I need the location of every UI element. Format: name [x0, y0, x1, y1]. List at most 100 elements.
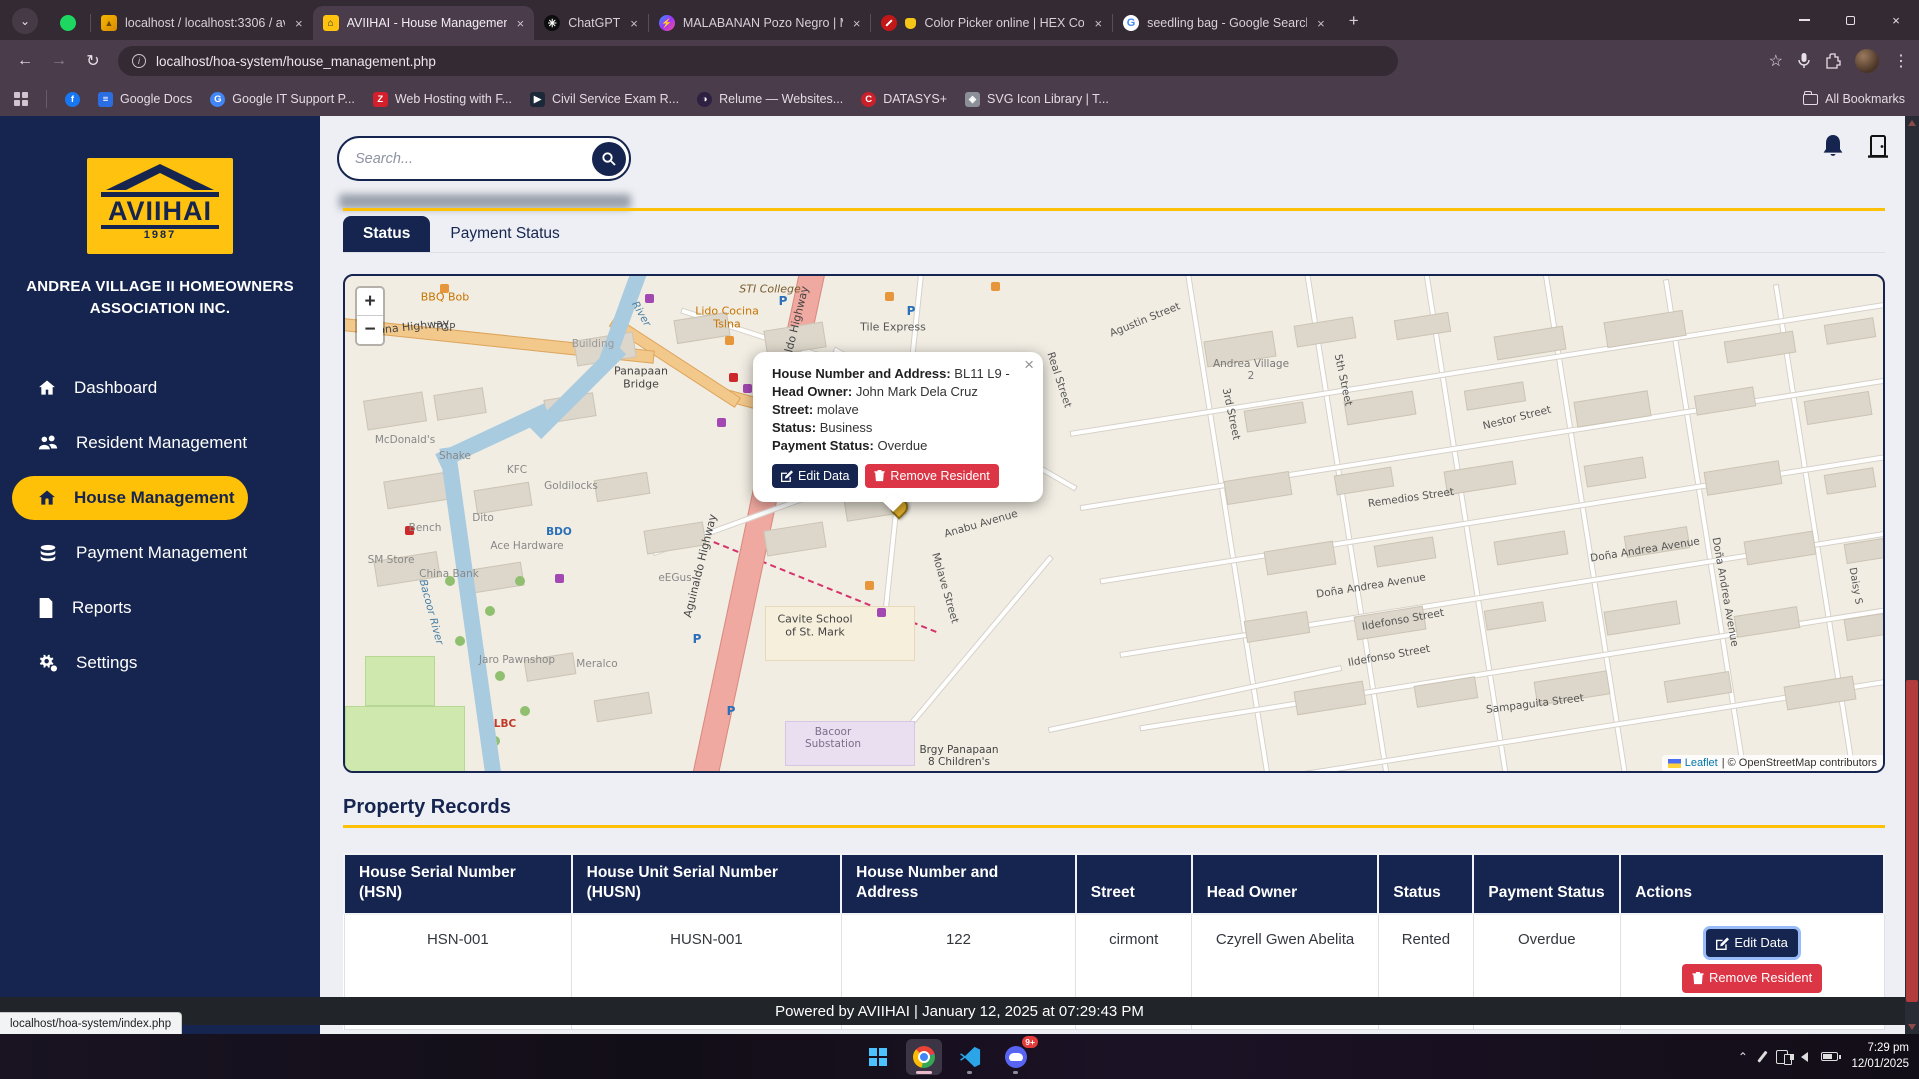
map-label: P — [779, 295, 788, 309]
sidebar-item-settings[interactable]: Settings — [0, 641, 320, 685]
messenger-icon: ⚡ — [659, 15, 675, 31]
close-icon[interactable]: × — [1317, 16, 1325, 31]
browser-status-bar: localhost/hoa-system/index.php — [0, 1012, 182, 1034]
mic-icon[interactable] — [1797, 53, 1811, 69]
taskbar-chrome[interactable] — [906, 1039, 942, 1075]
svg-lib-icon: ◈ — [965, 92, 980, 107]
leaflet-link[interactable]: Leaflet — [1685, 757, 1718, 769]
datasys-icon: C — [861, 92, 876, 107]
bookmark-star-icon[interactable]: ☆ — [1769, 51, 1783, 71]
screen: ⌄ ▲ localhost / localhost:3306 / aviil ×… — [0, 0, 1919, 1079]
page-scrollbar[interactable] — [1905, 116, 1919, 1034]
close-window-button[interactable]: × — [1873, 0, 1919, 40]
sidebar-item-label: House Management — [74, 488, 235, 508]
close-icon[interactable]: × — [630, 16, 638, 31]
map-label: Anabu Avenue — [943, 508, 1019, 541]
bookmark-google-it[interactable]: GGoogle IT Support P... — [210, 92, 355, 107]
address-bar[interactable]: i localhost/hoa-system/house_management.… — [118, 46, 1398, 76]
phone-link-icon[interactable] — [1776, 1050, 1788, 1064]
speaker-icon[interactable] — [1801, 1052, 1808, 1062]
menu-kebab-icon[interactable]: ⋮ — [1893, 51, 1909, 71]
tab-status[interactable]: Status — [343, 216, 430, 252]
map-label: Shake — [439, 450, 471, 462]
col-header-actions: Actions — [1620, 854, 1884, 914]
close-icon[interactable]: × — [853, 16, 861, 31]
sidebar-item-reports[interactable]: Reports — [0, 586, 320, 630]
tab-aviihai-active[interactable]: ⌂ AVIIHAI - House Management × — [313, 6, 535, 40]
pen-icon[interactable] — [1757, 1051, 1767, 1063]
sidebar-item-label: Dashboard — [74, 378, 157, 398]
popup-close-icon[interactable]: × — [1024, 355, 1034, 375]
bookmark-civil-service[interactable]: ▶Civil Service Exam R... — [530, 92, 679, 107]
tab-payment-status[interactable]: Payment Status — [430, 216, 579, 252]
taskbar-vscode[interactable] — [952, 1039, 988, 1075]
all-bookmarks-button[interactable]: All Bookmarks — [1803, 92, 1905, 106]
apps-grid-icon[interactable] — [14, 92, 28, 106]
bookmarks-separator — [46, 90, 47, 108]
popup-edit-data-button[interactable]: Edit Data — [772, 464, 858, 488]
bookmark-svg-library[interactable]: ◈SVG Icon Library | T... — [965, 92, 1109, 107]
leaflet-map[interactable]: BBQ BobTGPTirona HighwaySTI CollegeLido … — [343, 274, 1885, 773]
tab-search-chevron-icon[interactable]: ⌄ — [12, 8, 38, 34]
tray-chevron-icon[interactable]: ⌃ — [1738, 1050, 1748, 1064]
scrollbar-thumb[interactable] — [1906, 680, 1918, 1002]
start-button[interactable] — [860, 1039, 896, 1075]
scroll-down-arrow[interactable] — [1908, 1024, 1916, 1030]
taskbar-discord[interactable]: 9+ — [998, 1039, 1034, 1075]
sidebar-item-house-management[interactable]: House Management — [12, 476, 248, 520]
hand-emoji-icon — [905, 18, 916, 29]
reload-button[interactable]: ↻ — [78, 46, 108, 76]
pinned-tab-spotify[interactable] — [46, 6, 90, 40]
bookmark-label: Relume — Websites... — [719, 92, 843, 106]
search-button[interactable] — [592, 142, 626, 176]
scroll-up-arrow[interactable] — [1908, 120, 1916, 126]
map-poi-icon — [865, 581, 874, 590]
search-input[interactable] — [355, 151, 592, 167]
new-tab-button[interactable]: + — [1341, 8, 1367, 34]
back-button[interactable]: ← — [10, 46, 40, 76]
taskbar-clock[interactable]: 7:29 pm 12/01/2025 — [1851, 1041, 1909, 1072]
profile-avatar[interactable] — [1855, 49, 1879, 73]
map-area — [345, 706, 465, 773]
tab-messenger[interactable]: ⚡ MALABANAN Pozo Negro | Me × — [649, 6, 871, 40]
close-icon[interactable]: × — [295, 16, 303, 31]
docs-icon: ≡ — [98, 92, 113, 107]
bookmark-relume[interactable]: ◑Relume — Websites... — [697, 92, 843, 107]
map-label: Daisy S — [1846, 567, 1864, 606]
map-label: eEGus — [658, 572, 691, 584]
facebook-bookmark-icon[interactable]: f — [65, 92, 80, 107]
sidebar-item-payment-management[interactable]: Payment Management — [0, 531, 320, 575]
bookmark-web-hosting[interactable]: ZWeb Hosting with F... — [373, 92, 512, 107]
close-icon[interactable]: × — [517, 16, 525, 31]
popup-remove-resident-button[interactable]: Remove Resident — [865, 464, 998, 488]
bookmark-google-docs[interactable]: ≡Google Docs — [98, 92, 192, 107]
org-name: ANDREA VILLAGE II HOMEOWNERS ASSOCIATION… — [18, 276, 302, 320]
logout-door-icon[interactable] — [1867, 134, 1889, 160]
bookmark-datasys[interactable]: CDATASYS+ — [861, 92, 947, 107]
edit-data-button[interactable]: Edit Data — [1706, 929, 1797, 957]
ukraine-flag-icon — [1668, 759, 1681, 768]
tab-google-search[interactable]: G seedling bag - Google Search × — [1113, 6, 1335, 40]
site-info-icon[interactable]: i — [132, 54, 146, 68]
tab-chatgpt[interactable]: ✳ ChatGPT × — [534, 6, 648, 40]
tab-phpmyadmin[interactable]: ▲ localhost / localhost:3306 / aviil × — [91, 6, 313, 40]
notification-bell-icon[interactable] — [1821, 134, 1845, 160]
sidebar-item-dashboard[interactable]: Dashboard — [0, 366, 320, 410]
extensions-icon[interactable] — [1825, 53, 1841, 69]
zoom-out-button[interactable]: − — [357, 316, 383, 344]
tab-colorpicker[interactable]: Color Picker online | HEX Co × — [871, 6, 1112, 40]
battery-icon[interactable] — [1821, 1052, 1838, 1061]
popup-field: House Number and Address: BL11 L9 - — [772, 365, 1024, 383]
forward-button[interactable]: → — [44, 46, 74, 76]
sidebar-item-resident-management[interactable]: Resident Management — [0, 421, 320, 465]
map-building — [1664, 671, 1733, 703]
close-icon[interactable]: × — [1094, 16, 1102, 31]
minimize-button[interactable] — [1781, 0, 1827, 40]
popup-field: Street: molave — [772, 401, 1024, 419]
zoom-in-button[interactable]: + — [357, 288, 383, 316]
remove-resident-button[interactable]: Remove Resident — [1682, 964, 1822, 992]
logo-year: 1987 — [144, 229, 176, 241]
maximize-button[interactable] — [1827, 0, 1873, 40]
report-icon — [37, 598, 55, 618]
sidebar-item-label: Payment Management — [76, 543, 247, 563]
